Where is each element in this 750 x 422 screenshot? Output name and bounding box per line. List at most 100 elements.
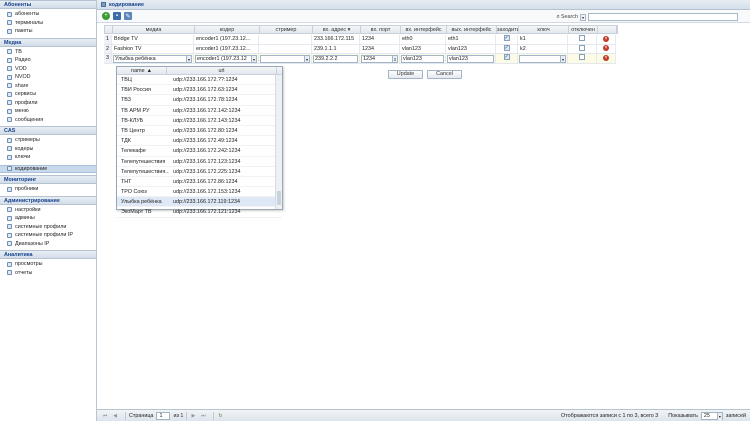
enter-checkbox[interactable]: ✓ (503, 35, 510, 42)
add-icon[interactable]: + (102, 12, 110, 20)
coder-input[interactable]: encoder1 (197.23.12 ▾ (195, 54, 257, 63)
dropdown-option[interactable]: ТВ3 udp://233.166.172.78:1234 (117, 95, 282, 106)
last-page-icon[interactable]: ⏭ (200, 413, 206, 419)
table-cell[interactable]: k1 (518, 35, 568, 44)
first-page-icon[interactable]: ⏮ (102, 413, 108, 419)
sidebar-item[interactable]: админы (0, 214, 96, 223)
dropdown-option[interactable]: Улыбка ребёнка udp://233.166.172.119:1234 (117, 197, 282, 208)
table-cell[interactable] (568, 35, 597, 44)
sidebar-item[interactable]: кодирование (0, 164, 96, 173)
sidebar-item[interactable]: терминалы (0, 19, 96, 28)
table-cell[interactable]: encoder1 (197.23.12... (194, 35, 259, 44)
sidebar-item[interactable]: Радио (0, 56, 96, 65)
in_if-input[interactable]: vlan123 (401, 54, 444, 63)
cancel-button[interactable]: Cancel (427, 70, 462, 79)
spinner-icon[interactable]: ⇕ (392, 55, 397, 62)
sidebar-item[interactable]: кодеры (0, 145, 96, 154)
dropdown-option[interactable]: ТВИ Россия udp://233.166.172.63:1234 (117, 85, 282, 96)
streamer-input[interactable]: ▾ (260, 54, 310, 63)
sidebar-item[interactable]: меню (0, 107, 96, 116)
table-cell[interactable]: vlan123 (400, 54, 446, 63)
table-cell[interactable]: 233.166.172.115 (312, 35, 360, 44)
column-header[interactable]: вх. порт (361, 26, 401, 33)
disabled-checkbox[interactable] (579, 44, 585, 51)
sidebar-section-header[interactable]: Медиа (0, 37, 96, 47)
column-header[interactable]: кодер (195, 26, 260, 33)
edit-icon[interactable]: ✎ (124, 12, 132, 20)
delete-icon[interactable]: × (603, 54, 609, 61)
dropdown-option[interactable]: ЭкоМарт ТВ udp://233.166.172.121:1234 (117, 207, 282, 218)
sidebar-section-header[interactable]: Администрирование (0, 195, 96, 205)
page-size-select[interactable]: 25 ▾ (700, 412, 723, 420)
table-cell[interactable]: ✓ (496, 44, 518, 53)
search-input[interactable] (588, 13, 738, 21)
dropdown-option[interactable]: Телекафе udp://233.166.172.242:1234 (117, 146, 282, 157)
table-cell[interactable]: ▾ (259, 54, 312, 63)
chevron-down-icon[interactable]: ▾ (560, 55, 565, 62)
table-cell[interactable]: vlan123 (400, 44, 446, 53)
table-cell[interactable]: × (597, 54, 616, 63)
out_if-input[interactable]: vlan123 (447, 54, 494, 63)
enter-checkbox[interactable]: ✓ (503, 44, 510, 51)
update-button[interactable]: Update (388, 70, 423, 79)
delete-icon[interactable]: × (603, 35, 609, 42)
sidebar-item[interactable]: VOD (0, 65, 96, 74)
sidebar-item[interactable]: абоненты (0, 10, 96, 19)
dropdown-option[interactable]: ТРО Союз udp://233.166.172.153:1234 (117, 187, 282, 198)
key-input[interactable]: ▾ (519, 54, 566, 63)
dropdown-option[interactable]: ТДК udp://233.166.172.49:1234 (117, 136, 282, 147)
next-page-icon[interactable]: ▶ (190, 413, 196, 419)
table-cell[interactable]: ✓ (496, 54, 518, 63)
sidebar-item[interactable]: системные профили (0, 223, 96, 232)
table-cell[interactable]: vlan123 (446, 44, 496, 53)
refresh-icon[interactable]: ↻ (217, 413, 223, 419)
column-header[interactable]: ключ (519, 26, 569, 33)
sidebar-item[interactable]: системные профили IP (0, 231, 96, 240)
column-header[interactable]: отключен (569, 26, 598, 33)
dropdown-option[interactable]: Телепутешествия udp://233.166.172.123:123… (117, 157, 282, 167)
column-header[interactable]: вых. интерфейс (447, 26, 497, 33)
column-header[interactable]: стример (260, 26, 313, 33)
table-cell[interactable] (259, 44, 312, 53)
table-cell[interactable]: eth1 (446, 35, 496, 44)
sidebar-item[interactable]: пробники (0, 185, 96, 194)
table-row[interactable]: 3 Улыбка ребёнка ▾ encoder1 (197.23.12 ▾ ▾ 239… (104, 54, 616, 64)
column-header[interactable]: вх. интерфейс (401, 26, 447, 33)
sidebar-item[interactable]: настройки (0, 206, 96, 215)
delete-icon[interactable]: × (603, 45, 609, 52)
table-cell[interactable] (568, 54, 597, 63)
table-row[interactable]: 1 Bridge TV encoder1 (197.23.12... 233.166.… (104, 35, 616, 45)
dropdown-scrollbar[interactable] (275, 75, 282, 209)
table-cell[interactable]: 239.2.2.2 (312, 54, 360, 63)
dropdown-option[interactable]: ТНТ udp://233.166.172.86:1234 (117, 177, 282, 188)
table-cell[interactable]: 1234 (360, 35, 400, 44)
disabled-checkbox[interactable] (579, 54, 585, 61)
dropdown-col-url[interactable]: url (167, 67, 277, 74)
sidebar-item[interactable]: Диапазоны IP (0, 240, 96, 249)
dropdown-col-name[interactable]: name ▲ (117, 67, 167, 74)
table-cell[interactable]: 1234 ⇕ (360, 54, 400, 63)
table-cell[interactable] (568, 44, 597, 53)
prev-page-icon[interactable]: ◀ (112, 413, 118, 419)
column-header[interactable] (598, 26, 617, 33)
media-input[interactable]: Улыбка ребёнка ▾ (113, 54, 192, 63)
table-cell[interactable]: Bridge TV (112, 35, 194, 44)
column-header[interactable]: вх. адрес ▾ (313, 26, 361, 33)
table-cell[interactable]: × (597, 44, 616, 53)
table-cell[interactable]: ▾ (518, 54, 568, 63)
chevron-down-icon[interactable]: ▾ (186, 55, 191, 62)
sidebar-item[interactable]: пакеты (0, 27, 96, 36)
table-cell[interactable]: ✓ (496, 35, 518, 44)
table-cell[interactable]: eth0 (400, 35, 446, 44)
in_addr-input[interactable]: 239.2.2.2 (313, 54, 358, 63)
sidebar-item[interactable]: ТВ (0, 48, 96, 57)
sidebar-item[interactable]: стримеры (0, 136, 96, 145)
sidebar-item[interactable]: ключи (0, 153, 96, 162)
sidebar-item[interactable]: NVOD (0, 73, 96, 82)
chevron-down-icon[interactable]: ▾ (251, 55, 256, 62)
dropdown-option[interactable]: Телепутешествия... udp://233.166.172.225:… (117, 167, 282, 177)
table-cell[interactable]: encoder1 (197.23.12 ▾ (194, 54, 259, 63)
column-header[interactable]: медиа (113, 26, 195, 33)
table-cell[interactable]: 239.1.1.1 (312, 44, 360, 53)
sidebar-item[interactable]: сервисы (0, 90, 96, 99)
